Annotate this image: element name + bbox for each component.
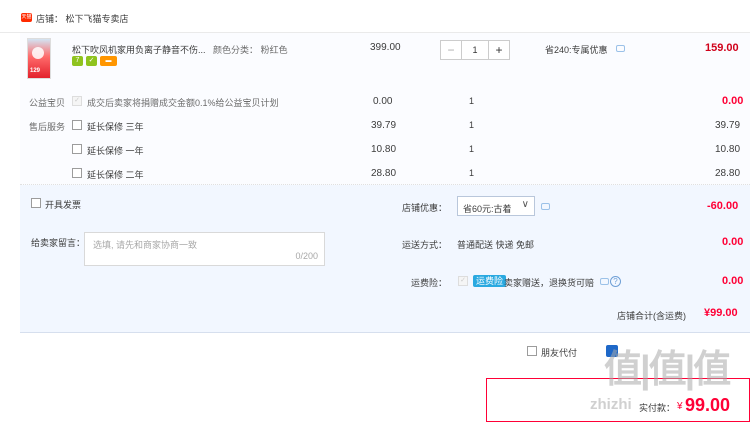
friend-pay-checkbox[interactable] (527, 346, 537, 356)
shop-total-label: 店铺合计(含运费) (617, 311, 686, 321)
coupon-tip-icon[interactable] (541, 203, 550, 210)
item-total: 159.00 (705, 42, 739, 54)
charity-total: 0.00 (722, 95, 744, 107)
insurance-tag: 运费险 (473, 275, 507, 287)
warranty-two-year-label[interactable]: 延长保修 二年 (87, 168, 144, 181)
shop-link[interactable]: 松下飞猫专卖店 (66, 14, 129, 24)
invoice-checkbox[interactable] (31, 198, 41, 208)
quantity-input[interactable]: 1 (461, 41, 489, 59)
warranty-one-year-total: 10.80 (715, 144, 741, 155)
insurance-tip-icon[interactable] (600, 278, 609, 285)
warranty-one-year-checkbox[interactable] (72, 144, 82, 154)
charity-label: 公益宝贝 (29, 98, 66, 108)
discount-tip-icon[interactable] (616, 45, 625, 52)
payable-currency: ¥ (677, 401, 683, 412)
color-value: 粉红色 (260, 45, 288, 55)
shipping-amount: 0.00 (722, 236, 744, 248)
warranty-one-year-label[interactable]: 延长保修 一年 (87, 144, 144, 157)
watermark-logo: 值|值|值 (604, 349, 731, 391)
charity-text: 成交后卖家将捐赠成交金额0.1%给公益宝贝计划 (87, 98, 279, 108)
charity-quantity: 1 (469, 96, 475, 106)
decrease-button[interactable]: − (441, 41, 461, 59)
guarantee-icon[interactable]: ✓ (86, 56, 97, 66)
shipping-method: 普通配送 快递 免邮 (457, 240, 535, 250)
warranty-two-year-price: 28.80 (371, 168, 397, 179)
quantity-stepper[interactable]: − 1 + (440, 40, 510, 60)
invoice-label[interactable]: 开具发票 (45, 198, 81, 211)
warranty-three-year-price: 39.79 (371, 120, 397, 131)
product-title-line: 松下吹风机家用负离子静音不伤... 颜色分类： 粉红色 (72, 43, 288, 56)
warranty-one-year-quantity: 1 (469, 144, 475, 154)
friend-pay-label[interactable]: 朋友代付 (541, 346, 577, 359)
warranty-three-year-label[interactable]: 延长保修 三年 (87, 120, 144, 133)
coupon-amount: -60.00 (707, 200, 739, 212)
coupon-value: 省60元:古着 (463, 204, 512, 214)
warranty-two-year-quantity: 1 (469, 168, 475, 178)
warranty-one-year-price: 10.80 (371, 144, 397, 155)
shop-label: 店铺： (36, 14, 64, 24)
seven-day-return-icon[interactable]: 7 (72, 56, 83, 66)
thumbnail-price-text: 129 (30, 68, 41, 74)
charity-price: 0.00 (373, 96, 393, 107)
watermark-url: zhizhi (590, 396, 632, 413)
product-thumbnail[interactable]: 129 (27, 38, 51, 79)
warranty-three-year-quantity: 1 (469, 120, 475, 130)
warranty-two-year-total: 28.80 (715, 168, 741, 179)
warranty-two-year-checkbox[interactable] (72, 168, 82, 178)
tmall-icon: 天猫 (21, 13, 32, 22)
payable-amount: 99.00 (685, 395, 731, 415)
shipping-label: 运送方式： (402, 240, 448, 250)
chevron-down-icon: ∨ (521, 199, 529, 210)
product-title[interactable]: 松下吹风机家用负离子静音不伤... (72, 45, 206, 55)
unit-price: 399.00 (370, 42, 401, 53)
insurance-amount: 0.00 (722, 275, 744, 287)
credit-card-icon[interactable]: ▬ (100, 56, 117, 66)
charity-checkbox: ✓ (72, 96, 82, 106)
shop-total-amount: ¥99.00 (704, 307, 738, 319)
warranty-three-year-total: 39.79 (715, 120, 741, 131)
shop-name[interactable]: 店铺： 松下飞猫专卖店 (36, 12, 129, 25)
insurance-label: 运费险： (411, 278, 448, 288)
payable-label: 实付款： (639, 403, 676, 413)
coupon-select[interactable]: 省60元:古着 ∨ (457, 196, 535, 216)
message-placeholder: 选填, 请先和商家协商一致 (93, 240, 198, 250)
discount-info: 省240:专属优惠 (545, 45, 608, 55)
message-input[interactable]: 选填, 请先和商家协商一致 0/200 (84, 232, 325, 266)
help-icon[interactable]: ? (610, 276, 621, 287)
coupon-label: 店铺优惠： (402, 203, 448, 213)
increase-button[interactable]: + (489, 41, 509, 59)
warranty-three-year-checkbox[interactable] (72, 120, 82, 130)
insurance-text: 卖家赠送，退换货可赔 (504, 278, 595, 288)
insurance-checkbox: ✓ (458, 276, 468, 286)
color-label: 颜色分类： (213, 45, 259, 55)
after-sale-label: 售后服务 (29, 122, 66, 132)
message-counter: 0/200 (295, 251, 318, 261)
message-label: 给卖家留言： (31, 238, 86, 248)
